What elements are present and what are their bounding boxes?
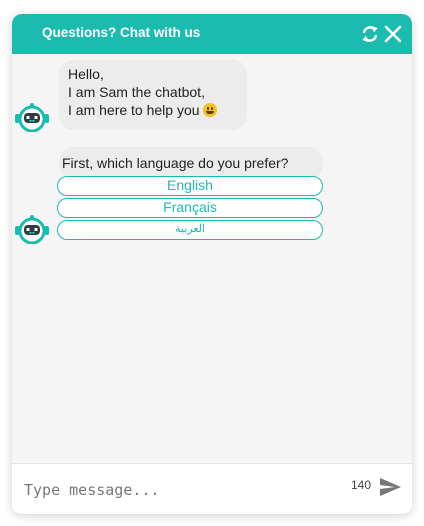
- close-icon[interactable]: [383, 24, 403, 44]
- chatbot-avatar-icon: [15, 103, 49, 132]
- message-input[interactable]: [22, 476, 326, 504]
- chat-title: Questions? Chat with us: [42, 25, 201, 40]
- greeting-line: Hello,: [68, 66, 104, 82]
- send-icon[interactable]: [378, 475, 402, 499]
- chat-widget: Questions? Chat with us Hello, I am Sam …: [12, 14, 412, 514]
- refresh-icon[interactable]: [360, 24, 380, 44]
- chat-header: Questions? Chat with us: [12, 14, 412, 54]
- bot-message-language: First, which language do you prefer?: [59, 147, 323, 179]
- language-option-english[interactable]: English: [57, 176, 323, 196]
- grinning-emoji-icon: [203, 103, 218, 117]
- bot-message-greeting: Hello, I am Sam the chatbot, I am here t…: [59, 60, 247, 130]
- greeting-line-3: I am here to help you: [68, 101, 247, 119]
- chatbot-avatar-icon: [15, 215, 49, 244]
- language-option-arabic[interactable]: العربية: [57, 220, 323, 240]
- greeting-line: I am Sam the chatbot,: [68, 84, 205, 100]
- greeting-line-text: I am here to help you: [68, 102, 200, 118]
- character-counter: 140: [351, 478, 372, 492]
- language-option-french[interactable]: Français: [57, 198, 323, 218]
- chat-footer: 140: [12, 463, 412, 514]
